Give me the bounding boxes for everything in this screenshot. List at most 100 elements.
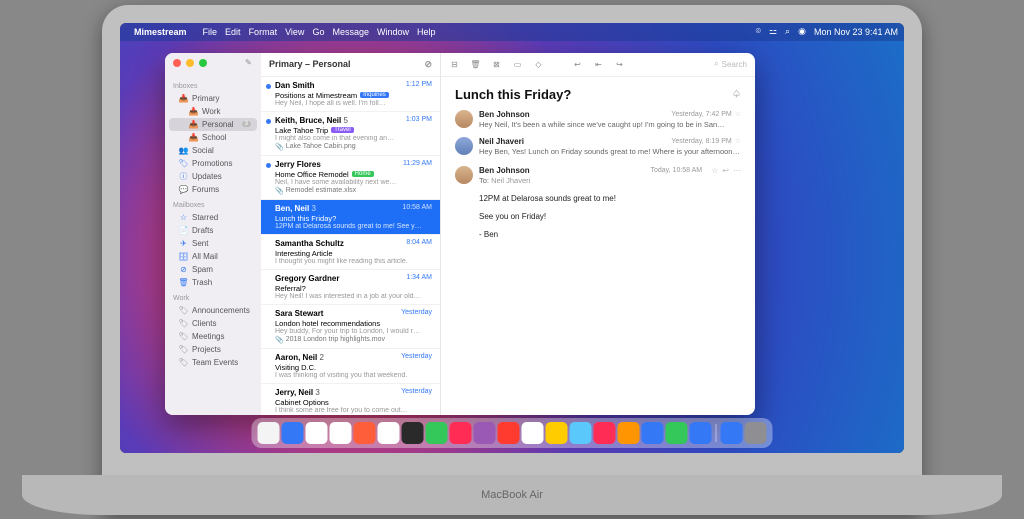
sidebar-item-clients[interactable]: 🏷Clients (165, 317, 261, 330)
menu-edit[interactable]: Edit (225, 27, 241, 37)
inbox-icon: 📥 (189, 107, 198, 116)
control-center-icon[interactable]: ⌾ (756, 26, 761, 37)
sidebar-item-projects[interactable]: 🏷Projects (165, 343, 261, 356)
mute-icon[interactable]: ♤ (732, 89, 741, 100)
dock-app[interactable] (474, 422, 496, 444)
dock-app[interactable] (570, 422, 592, 444)
message-item[interactable]: Samantha Schultz8:04 AMInteresting Artic… (261, 235, 440, 270)
wifi-icon[interactable]: ⚍ (769, 26, 777, 37)
dock-app[interactable] (594, 422, 616, 444)
send-icon: ✈ (179, 239, 188, 248)
siri-icon[interactable]: ◉ (798, 26, 806, 37)
dock-app[interactable] (522, 422, 544, 444)
reply-inline-icon[interactable]: ↩ (722, 166, 729, 175)
more-icon[interactable]: ⋯ (733, 166, 741, 175)
mail-window: ✎ Inboxes📥Primary📥Work📥Personal3📥School👥… (165, 53, 755, 415)
sidebar-item-social[interactable]: 👥Social (165, 144, 261, 157)
sidebar-item-meetings[interactable]: 🏷Meetings (165, 330, 261, 343)
dock-app[interactable] (690, 422, 712, 444)
sidebar-item-school[interactable]: 📥School (165, 131, 261, 144)
star-icon[interactable]: ☆ (711, 166, 718, 175)
folder-icon[interactable]: ▭ (512, 59, 523, 70)
dock-app[interactable] (330, 422, 352, 444)
menu-view[interactable]: View (285, 27, 304, 37)
tag-icon: 🏷 (179, 332, 188, 341)
dock-app[interactable] (378, 422, 400, 444)
menu-message[interactable]: Message (332, 27, 369, 37)
star-icon[interactable]: ☆ (735, 137, 741, 145)
dock-app[interactable] (618, 422, 640, 444)
app-name[interactable]: Mimestream (134, 27, 187, 37)
menu-format[interactable]: Format (249, 27, 278, 37)
compose-icon[interactable]: ✎ (245, 58, 252, 67)
menubar-datetime[interactable]: Mon Nov 23 9:41 AM (814, 27, 898, 37)
dock-app[interactable] (282, 422, 304, 444)
dock-app[interactable] (354, 422, 376, 444)
menu-window[interactable]: Window (377, 27, 409, 37)
sidebar-item-team-events[interactable]: 🏷Team Events (165, 356, 261, 369)
attachment[interactable]: Lake Tahoe Cabin.png (275, 143, 432, 151)
star-icon[interactable]: ☆ (735, 110, 741, 118)
trash-icon[interactable]: 🗑 (470, 59, 481, 70)
expanded-from: Ben Johnson (479, 166, 530, 175)
label-tag: Home (352, 171, 374, 177)
dock-app[interactable] (745, 422, 767, 444)
sidebar-item-personal[interactable]: 📥Personal3 (169, 118, 257, 131)
sidebar-item-spam[interactable]: ⊘Spam (165, 263, 261, 276)
message-item[interactable]: Gregory Gardner1:34 AMReferral?Hey Neil!… (261, 270, 440, 305)
attachment[interactable]: 2018 London trip highlights.mov (275, 336, 432, 344)
menu-file[interactable]: File (203, 27, 218, 37)
sidebar-item-primary[interactable]: 📥Primary (165, 92, 261, 105)
sidebar-item-updates[interactable]: ⓘUpdates (165, 170, 261, 183)
window-controls (173, 59, 207, 67)
dock-app[interactable] (402, 422, 424, 444)
dock-app[interactable] (642, 422, 664, 444)
message-body: 12PM at Delarosa sounds great to me!See … (479, 193, 741, 241)
sidebar-item-starred[interactable]: ☆Starred (165, 211, 261, 224)
message-item[interactable]: Sara StewartYesterdayLondon hotel recomm… (261, 305, 440, 349)
message-item[interactable]: Dan Smith1:12 PMPositions at MimestreamI… (261, 77, 440, 112)
sidebar-item-forums[interactable]: 💬Forums (165, 183, 261, 196)
close-button[interactable] (173, 59, 181, 67)
filter-icon[interactable]: ⊘ (424, 59, 432, 70)
list-header: Primary – Personal ⊘ (261, 53, 440, 77)
dock-app[interactable] (666, 422, 688, 444)
reply-icon[interactable]: ↩ (572, 59, 583, 70)
archive-icon[interactable]: ⊟ (449, 59, 460, 70)
search-field[interactable]: ⌕ Search (714, 59, 747, 69)
dock-app[interactable] (258, 422, 280, 444)
sidebar-item-announcements[interactable]: 🏷Announcements (165, 304, 261, 317)
dock-app[interactable] (450, 422, 472, 444)
reply-all-icon[interactable]: ⇤ (593, 59, 604, 70)
message-item[interactable]: Jerry Flores11:29 AMHome Office RemodelH… (261, 156, 440, 200)
dock-app[interactable] (426, 422, 448, 444)
tag-icon: 🏷 (179, 358, 188, 367)
dock-app[interactable] (546, 422, 568, 444)
dock-app[interactable] (306, 422, 328, 444)
thread-message[interactable]: Neil JhaveriYesterday, 8:19 PM ☆Hey Ben,… (455, 137, 741, 156)
sidebar-item-sent[interactable]: ✈Sent (165, 237, 261, 250)
minimize-button[interactable] (186, 59, 194, 67)
forward-icon[interactable]: ↪ (614, 59, 625, 70)
sidebar-item-work[interactable]: 📥Work (165, 105, 261, 118)
attachment[interactable]: Remodel estimate.xlsx (275, 187, 432, 195)
label-icon[interactable]: ◇ (533, 59, 544, 70)
dock-app[interactable] (721, 422, 743, 444)
message-item[interactable]: Aaron, Neil 2YesterdayVisiting D.C.I was… (261, 349, 440, 384)
reader-subject: Lunch this Friday? ♤ (455, 87, 741, 102)
search-icon[interactable]: ⌕ (785, 26, 790, 37)
menu-help[interactable]: Help (417, 27, 436, 37)
sidebar-item-all-mail[interactable]: 🗄All Mail (165, 250, 261, 263)
maximize-button[interactable] (199, 59, 207, 67)
message-item[interactable]: Keith, Bruce, Neil 51:03 PMLake Tahoe Tr… (261, 112, 440, 156)
message-item[interactable]: Ben, Neil 310:58 AMLunch this Friday?12P… (261, 200, 440, 235)
sidebar-item-drafts[interactable]: 📄Drafts (165, 224, 261, 237)
sidebar-item-promotions[interactable]: 🏷Promotions (165, 157, 261, 170)
dock-app[interactable] (498, 422, 520, 444)
list-title: Primary – Personal (269, 59, 351, 69)
message-item[interactable]: Jerry, Neil 3YesterdayCabinet OptionsI t… (261, 384, 440, 415)
menu-go[interactable]: Go (312, 27, 324, 37)
sidebar-item-trash[interactable]: 🗑Trash (165, 276, 261, 289)
spam-icon[interactable]: ⊠ (491, 59, 502, 70)
thread-message[interactable]: Ben JohnsonYesterday, 7:42 PM ☆Hey Neil,… (455, 110, 741, 129)
